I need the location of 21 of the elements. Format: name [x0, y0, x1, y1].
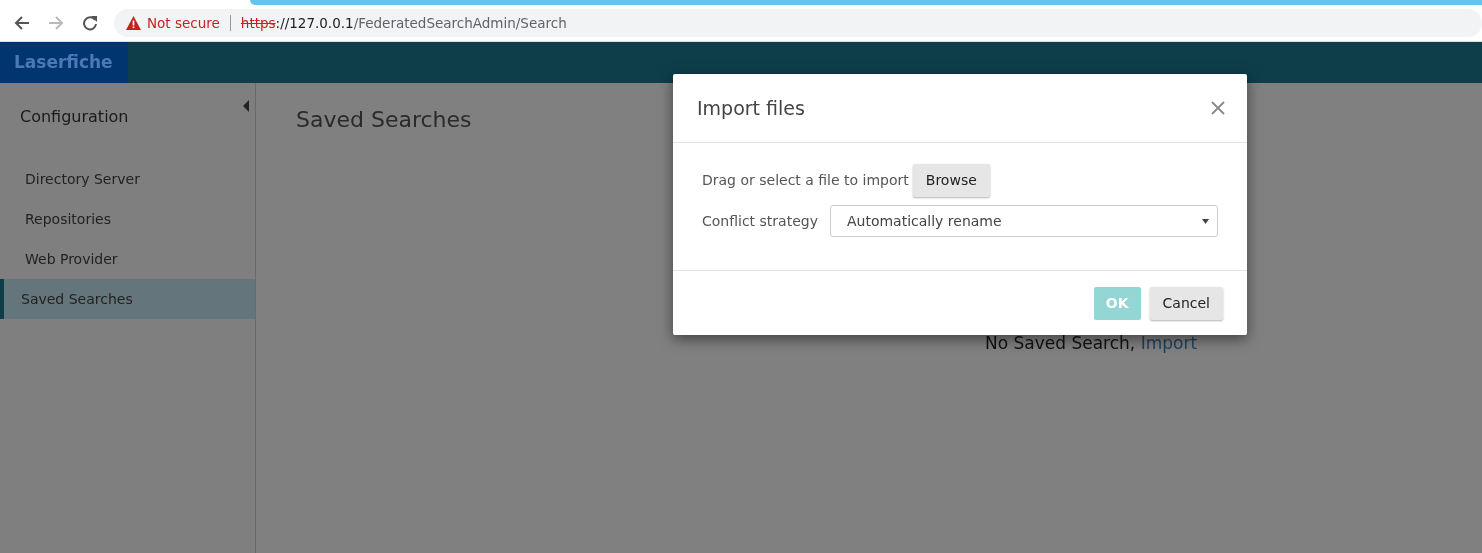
import-link[interactable]: Import: [1140, 333, 1198, 353]
sidebar-item[interactable]: Web Provider: [0, 239, 255, 279]
sidebar-item[interactable]: Saved Searches: [0, 279, 255, 319]
sidebar-item[interactable]: Directory Server: [0, 159, 255, 199]
page-title: Saved Searches: [296, 106, 472, 134]
warning-icon: [126, 16, 141, 30]
close-icon[interactable]: [1211, 101, 1225, 115]
dialog-title: Import files: [697, 95, 805, 121]
empty-message: No Saved Search,: [985, 333, 1136, 353]
conflict-select[interactable]: Automatically rename: [829, 205, 1218, 237]
file-label: Drag or select a file to import: [702, 171, 909, 190]
caret-icon: [1202, 218, 1209, 224]
sidebar-item[interactable]: Repositories: [0, 199, 255, 239]
browse-button[interactable]: Browse: [912, 164, 990, 197]
security-status: Not secure: [147, 13, 220, 33]
reload-icon[interactable]: [80, 13, 100, 33]
sidebar-title: Configuration: [20, 106, 129, 128]
address-bar[interactable]: Not secure https://127.0.0.1/FederatedSearchAdmin/Search: [114, 9, 1482, 37]
logo[interactable]: Laserfiche: [0, 42, 128, 83]
cancel-button[interactable]: Cancel: [1149, 286, 1223, 320]
conflict-label: Conflict strategy: [702, 211, 818, 231]
